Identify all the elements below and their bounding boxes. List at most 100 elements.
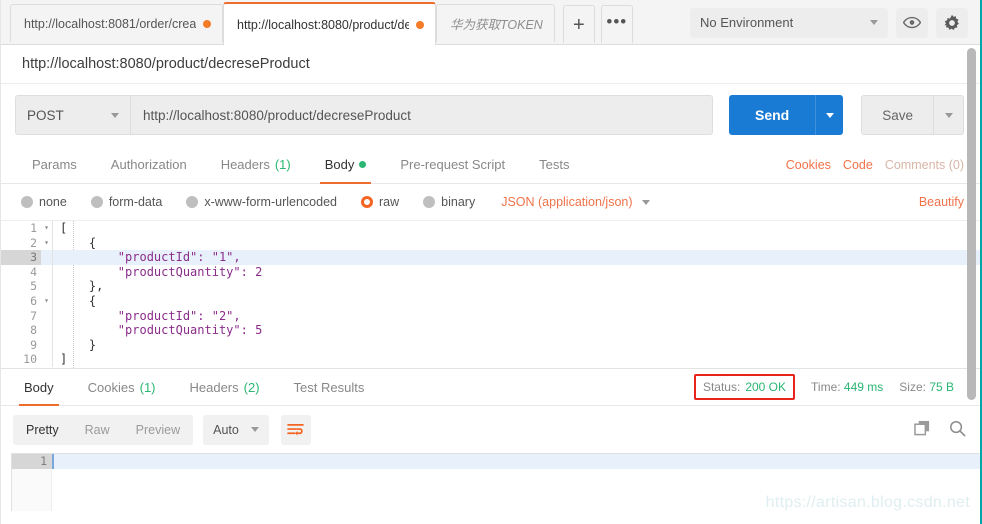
response-gutter-fill: [12, 469, 52, 511]
tab-body[interactable]: Body: [308, 146, 384, 184]
comments-link[interactable]: Comments (0): [885, 158, 964, 172]
chevron-down-icon: [111, 112, 119, 118]
gear-icon: [944, 14, 959, 30]
view-pretty-button[interactable]: Pretty: [13, 415, 72, 445]
code-link[interactable]: Code: [843, 158, 873, 172]
fold-toggle-icon[interactable]: ▾: [41, 294, 52, 309]
chevron-down-icon: [825, 112, 834, 118]
response-tab-headers[interactable]: Headers (2): [173, 368, 277, 406]
body-type-raw[interactable]: raw: [361, 195, 408, 209]
fold-toggle-icon[interactable]: ▾: [41, 221, 52, 236]
code-text: ]: [52, 352, 980, 367]
cookies-link[interactable]: Cookies: [786, 158, 831, 172]
tab-badge: (1): [139, 379, 156, 395]
body-type-label: binary: [441, 195, 476, 209]
code-line[interactable]: 6 ▾ {: [1, 293, 980, 309]
request-tab-0[interactable]: http://localhost:8081/order/creat: [10, 4, 223, 42]
code-line[interactable]: 4 "productQuantity": 2: [1, 264, 980, 280]
vertical-scrollbar[interactable]: [967, 48, 976, 400]
search-button[interactable]: [949, 420, 966, 440]
new-tab-button[interactable]: +: [562, 5, 595, 43]
tab-label: Body: [24, 379, 54, 395]
response-tab-cookies[interactable]: Cookies (1): [71, 368, 173, 406]
save-options-button[interactable]: [934, 95, 964, 135]
status-badge: Status: 200 OK: [693, 374, 796, 400]
http-method-label: POST: [27, 107, 64, 123]
response-format-select[interactable]: Auto: [203, 414, 269, 445]
content-type-select[interactable]: JSON (application/json): [501, 195, 650, 209]
tab-badge: (2): [243, 379, 260, 395]
size-label: Size:: [899, 380, 926, 394]
body-type-form-data[interactable]: form-data: [90, 195, 172, 209]
environment-select[interactable]: No Environment: [690, 7, 888, 38]
response-body-viewer[interactable]: 1: [11, 453, 980, 511]
environment-quick-look-button[interactable]: [896, 7, 928, 38]
code-line[interactable]: 5 },: [1, 279, 980, 294]
word-wrap-button[interactable]: [280, 414, 311, 445]
request-tab-2[interactable]: 华为获取TOKEN: [436, 4, 555, 42]
size-stat: Size: 75 B: [899, 380, 954, 394]
body-type-none[interactable]: none: [21, 195, 76, 209]
body-type-x-www-form-urlencoded[interactable]: x-www-form-urlencoded: [186, 195, 346, 209]
line-number: 7: [1, 308, 41, 324]
line-number: 6: [1, 293, 41, 309]
response-stats: Status: 200 OK Time: 449 ms Size: 75 B: [693, 374, 968, 400]
code-text: }: [52, 337, 980, 353]
request-body-editor[interactable]: 1 ▾ [ 2 ▾ { 3 "productId": "1", 4 "produ…: [1, 220, 980, 368]
body-type-label: x-www-form-urlencoded: [204, 195, 337, 209]
save-button[interactable]: Save: [861, 95, 934, 135]
view-preview-button[interactable]: Preview: [123, 415, 193, 445]
tab-authorization[interactable]: Authorization: [94, 146, 204, 184]
code-line[interactable]: 10 ]: [1, 352, 980, 367]
chevron-down-icon: [250, 427, 259, 432]
tab-label: Params: [32, 157, 77, 172]
request-tab-1[interactable]: http://localhost:8080/product/de: [223, 2, 436, 45]
line-number: 1: [12, 454, 52, 469]
tab-label: Cookies: [87, 379, 135, 395]
code-line[interactable]: 9 }: [1, 337, 980, 353]
send-options-button[interactable]: [815, 95, 844, 135]
body-type-row: none form-data x-www-form-urlencoded raw…: [1, 184, 980, 220]
tab-pre-request-script[interactable]: Pre-request Script: [383, 146, 522, 184]
tab-tests[interactable]: Tests: [522, 146, 586, 184]
copy-button[interactable]: [914, 420, 931, 439]
line-number: 2: [1, 235, 41, 251]
radio-icon: [21, 196, 33, 208]
response-tab-body[interactable]: Body: [7, 368, 71, 406]
send-button[interactable]: Send: [728, 95, 816, 135]
tab-label: Headers: [220, 157, 270, 172]
code-line-active[interactable]: 3 "productId": "1",: [1, 250, 980, 265]
code-line[interactable]: 2 ▾ {: [1, 235, 980, 251]
response-tab-test-results[interactable]: Test Results: [277, 368, 382, 406]
url-input[interactable]: http://localhost:8080/product/decresePro…: [131, 95, 713, 135]
line-number: 3: [1, 250, 41, 265]
beautify-button[interactable]: Beautify: [919, 195, 964, 209]
response-format-label: Auto: [213, 422, 239, 437]
code-line[interactable]: 1 ▾ [: [1, 221, 980, 236]
tab-label: Pre-request Script: [400, 157, 506, 172]
body-type-label: none: [39, 195, 67, 209]
send-button-group: Send: [728, 95, 844, 135]
url-row: POST http://localhost:8080/product/decre…: [1, 84, 980, 146]
radio-icon: [186, 196, 199, 208]
response-toolbar: Pretty Raw Preview Auto: [1, 406, 980, 453]
settings-button[interactable]: [936, 7, 968, 38]
line-number: 8: [1, 323, 41, 338]
tab-params[interactable]: Params: [15, 146, 94, 184]
code-line[interactable]: 7 "productId": "2",: [1, 308, 980, 324]
body-type-binary[interactable]: binary: [423, 195, 484, 209]
http-method-select[interactable]: POST: [15, 95, 131, 135]
tab-headers[interactable]: Headers (1): [204, 146, 308, 184]
time-label: Time:: [811, 380, 841, 394]
response-line-text: [52, 454, 980, 469]
code-text: "productId": "2",: [52, 308, 980, 324]
response-line[interactable]: 1: [12, 454, 980, 469]
code-line[interactable]: 8 "productQuantity": 5: [1, 323, 980, 338]
fold-toggle-icon[interactable]: ▾: [41, 236, 52, 251]
copy-icon: [914, 420, 930, 436]
view-raw-button[interactable]: Raw: [72, 415, 123, 445]
tab-options-button[interactable]: •••: [600, 5, 633, 43]
request-tabs-links: Cookies Code Comments (0): [786, 158, 964, 172]
request-title: http://localhost:8080/product/decresePro…: [1, 45, 980, 84]
response-view-toggle: Pretty Raw Preview: [13, 414, 194, 445]
